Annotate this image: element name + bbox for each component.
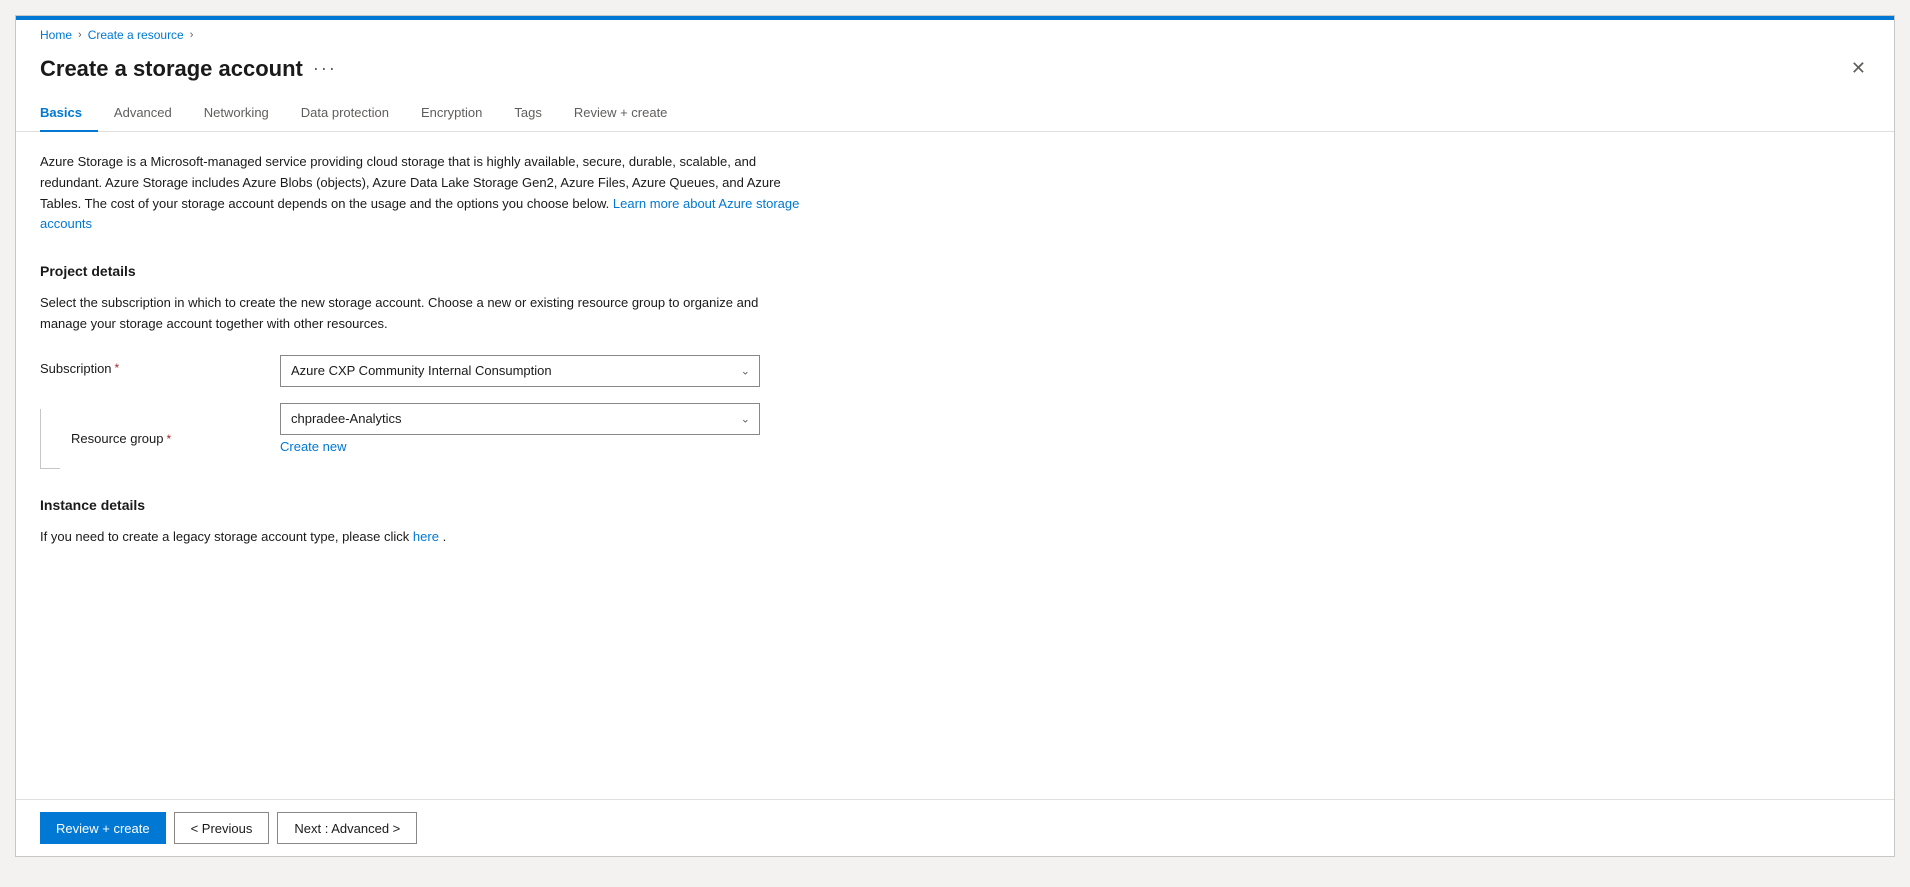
review-create-button[interactable]: Review + create xyxy=(40,812,166,844)
resource-group-select[interactable]: chpradee-Analytics xyxy=(280,403,760,435)
resource-group-required: * xyxy=(167,432,172,446)
resource-group-select-wrapper: chpradee-Analytics ⌄ xyxy=(280,403,760,435)
tab-tags[interactable]: Tags xyxy=(498,95,557,132)
title-area: Create a storage account ··· ✕ xyxy=(16,50,1894,95)
project-details-heading: Project details xyxy=(40,263,1870,279)
subscription-label: Subscription * xyxy=(40,355,280,376)
intro-description: Azure Storage is a Microsoft-managed ser… xyxy=(40,152,800,235)
instance-details-heading: Instance details xyxy=(40,497,1870,513)
subscription-row: Subscription * Azure CXP Community Inter… xyxy=(40,355,1870,387)
subscription-select-wrapper: Azure CXP Community Internal Consumption… xyxy=(280,355,760,387)
breadcrumb-home[interactable]: Home xyxy=(40,28,72,42)
tab-review-create[interactable]: Review + create xyxy=(558,95,684,132)
content-area: Azure Storage is a Microsoft-managed ser… xyxy=(16,132,1894,799)
create-new-link[interactable]: Create new xyxy=(280,439,760,454)
more-options-icon[interactable]: ··· xyxy=(313,58,337,79)
breadcrumb-chevron-1: › xyxy=(78,29,82,41)
legacy-here-link[interactable]: here xyxy=(413,529,439,544)
breadcrumb: Home › Create a resource › xyxy=(16,20,1894,50)
resource-group-label: Resource group xyxy=(71,431,164,446)
project-details-description: Select the subscription in which to crea… xyxy=(40,293,800,335)
page-title: Create a storage account xyxy=(40,56,303,82)
subscription-select[interactable]: Azure CXP Community Internal Consumption xyxy=(280,355,760,387)
subscription-required: * xyxy=(115,361,120,375)
close-button[interactable]: ✕ xyxy=(1847,54,1870,83)
tab-bar: Basics Advanced Networking Data protecti… xyxy=(16,95,1894,132)
footer: Review + create < Previous Next : Advanc… xyxy=(16,799,1894,856)
breadcrumb-create-resource[interactable]: Create a resource xyxy=(88,28,184,42)
resource-group-row: Resource group * chpradee-Analytics ⌄ Cr… xyxy=(40,403,1870,469)
next-button[interactable]: Next : Advanced > xyxy=(277,812,417,844)
previous-button[interactable]: < Previous xyxy=(174,812,270,844)
tab-networking[interactable]: Networking xyxy=(188,95,285,132)
breadcrumb-chevron-2: › xyxy=(190,29,194,41)
resource-group-controls: chpradee-Analytics ⌄ Create new xyxy=(280,403,760,454)
tab-data-protection[interactable]: Data protection xyxy=(285,95,405,132)
tab-encryption[interactable]: Encryption xyxy=(405,95,498,132)
tab-advanced[interactable]: Advanced xyxy=(98,95,188,132)
resource-group-bracket xyxy=(40,409,60,469)
tab-basics[interactable]: Basics xyxy=(40,95,98,132)
resource-group-label-area: Resource group * xyxy=(40,403,280,469)
instance-details-description: If you need to create a legacy storage a… xyxy=(40,527,800,548)
